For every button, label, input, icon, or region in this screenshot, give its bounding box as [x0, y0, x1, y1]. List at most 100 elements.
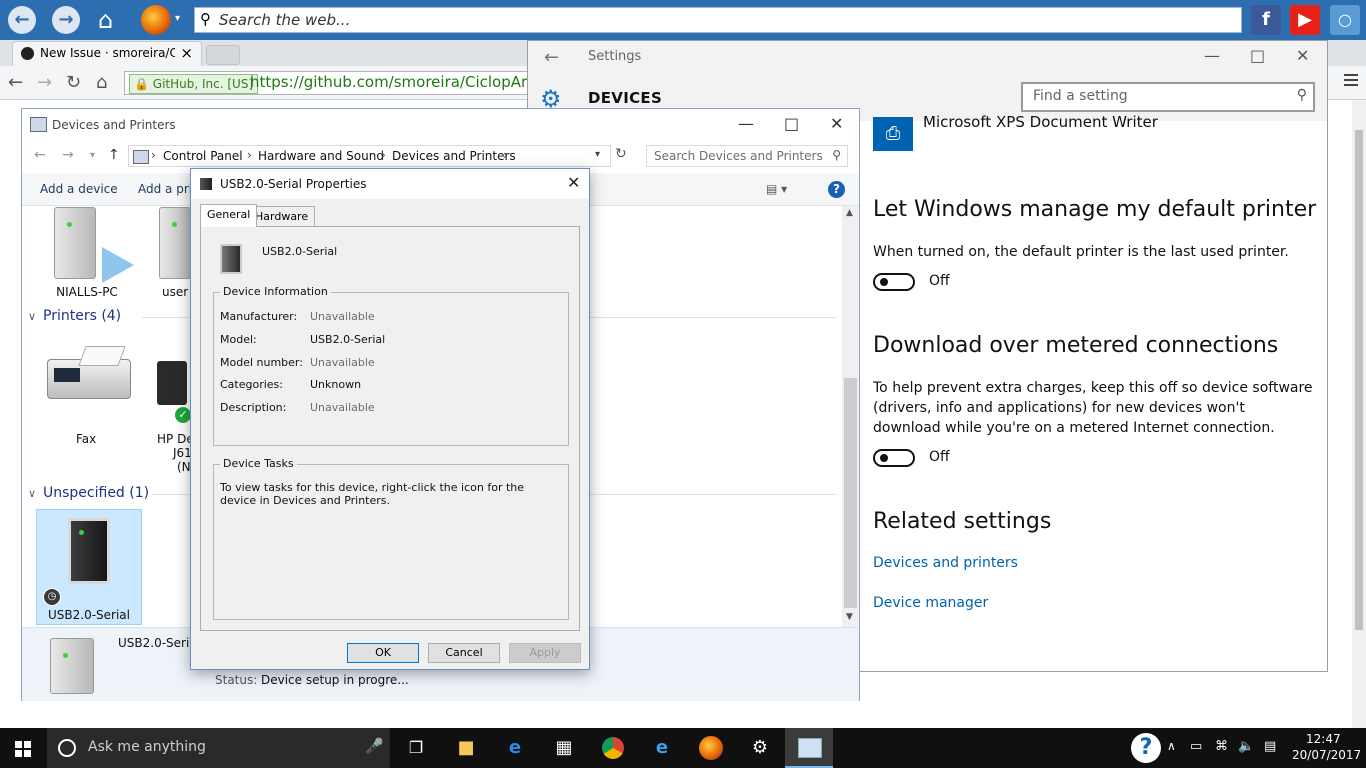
battery-icon[interactable]: ▭	[1190, 739, 1202, 754]
devices-scrollbar-thumb[interactable]	[844, 378, 857, 608]
settings-gear-icon[interactable]: ⚙	[748, 736, 772, 760]
device-label-nialls-pc[interactable]: NIALLS-PC	[52, 285, 122, 299]
tray-chevron-up-icon[interactable]: ∧	[1167, 739, 1176, 753]
scroll-up-icon[interactable]: ▲	[846, 208, 853, 218]
chevron-down-icon[interactable]: ▾	[595, 149, 600, 160]
clock-date[interactable]: 20/07/2017	[1292, 748, 1361, 762]
xps-printer-name[interactable]: Microsoft XPS Document Writer	[923, 113, 1158, 131]
metered-toggle[interactable]	[873, 449, 915, 467]
chevron-right-icon[interactable]: ›	[151, 148, 156, 162]
url-bar[interactable]: 🔒 GitHub, Inc. [US] https://github.com/s…	[124, 71, 546, 95]
minimize-icon[interactable]: —	[1204, 46, 1220, 65]
new-tab-button[interactable]	[206, 45, 240, 65]
close-icon[interactable]: ✕	[1296, 46, 1309, 65]
printer-icon[interactable]	[157, 361, 187, 405]
device-manager-link[interactable]: Device manager	[873, 595, 988, 611]
volume-icon[interactable]: 🔈	[1238, 739, 1254, 754]
site-identity-badge[interactable]: 🔒 GitHub, Inc. [US]	[129, 74, 259, 94]
ok-button[interactable]: OK	[347, 643, 419, 663]
clock-time[interactable]: 12:47	[1306, 732, 1341, 746]
device-label-fax[interactable]: Fax	[76, 432, 96, 446]
task-view-icon[interactable]: ❐	[404, 736, 428, 760]
device-label-user[interactable]: user	[162, 285, 188, 299]
collapse-chevron-icon[interactable]: ∨	[28, 310, 36, 323]
default-printer-toggle[interactable]	[873, 273, 915, 291]
breadcrumb-hardware-sound[interactable]: Hardware and Sound	[258, 149, 384, 163]
maximize-icon[interactable]: □	[784, 114, 799, 133]
refresh-icon[interactable]: ↻	[615, 146, 627, 162]
cortana-search-box[interactable]: Ask me anything 🎤	[47, 728, 390, 768]
find-setting-input[interactable]: Find a setting ⚲	[1021, 82, 1315, 112]
tab-new-issue[interactable]: New Issue · smoreira/Ciclc ×	[12, 41, 202, 66]
help-icon[interactable]: ?	[828, 181, 845, 198]
recent-locations-icon[interactable]: ▾	[90, 150, 95, 161]
store-icon[interactable]: ▦	[552, 736, 576, 760]
firefox-icon[interactable]	[141, 5, 171, 35]
close-icon[interactable]: ✕	[830, 114, 843, 133]
chevron-right-icon[interactable]: ›	[381, 148, 386, 162]
add-printer-button[interactable]: Add a prir	[138, 182, 197, 196]
devices-search-input[interactable]: Search Devices and Printers ⚲	[646, 145, 848, 167]
device-label-hp-line3[interactable]: (N	[177, 460, 191, 474]
wifi-icon[interactable]: ⌘	[1215, 739, 1228, 754]
group-printers[interactable]: Printers (4)	[43, 308, 121, 324]
file-explorer-icon[interactable]: ■	[454, 736, 478, 760]
chevron-right-icon[interactable]: ›	[247, 148, 252, 162]
back-circle-icon[interactable]: ←	[8, 6, 36, 34]
devices-scrollbar[interactable]: ▲ ▼	[842, 206, 859, 627]
chevron-right-icon[interactable]: ›	[503, 148, 508, 162]
collapse-chevron-icon[interactable]: ∨	[28, 487, 36, 500]
up-arrow-icon[interactable]: ↑	[108, 147, 120, 163]
tab-general[interactable]: General	[200, 204, 258, 227]
chrome-icon[interactable]	[602, 737, 624, 759]
edge-icon[interactable]: e	[503, 736, 527, 760]
device-label-hp-line1[interactable]: HP De	[157, 432, 194, 446]
home-icon[interactable]: ⌂	[96, 72, 107, 93]
default-printer-description: When turned on, the default printer is t…	[873, 244, 1289, 260]
close-icon[interactable]: ×	[180, 44, 193, 62]
tab-hardware[interactable]: Hardware	[248, 206, 316, 226]
breadcrumb-devices-printers[interactable]: Devices and Printers	[392, 149, 516, 163]
cancel-button[interactable]: Cancel	[428, 643, 500, 663]
apply-button[interactable]: Apply	[509, 643, 581, 663]
printer-icon[interactable]: ⎙	[873, 117, 913, 151]
close-icon[interactable]: ✕	[567, 173, 580, 192]
computer-icon[interactable]	[159, 207, 191, 279]
breadcrumb-control-panel[interactable]: Control Panel	[163, 149, 243, 163]
action-center-icon[interactable]: ▤	[1264, 739, 1276, 754]
devices-printers-link[interactable]: Devices and printers	[873, 555, 1018, 571]
hamburger-menu-icon[interactable]	[1344, 74, 1358, 89]
device-label-hp-line2[interactable]: J61	[173, 446, 192, 460]
chevron-down-icon[interactable]: ▾	[175, 13, 180, 24]
device-usb-serial[interactable]: ◷ USB2.0-Serial	[36, 509, 142, 625]
maximize-icon[interactable]: □	[1250, 46, 1265, 65]
microphone-icon[interactable]: 🎤	[365, 737, 384, 755]
internet-explorer-icon[interactable]: e	[650, 736, 674, 760]
forward-arrow-icon[interactable]: →	[62, 147, 74, 163]
minimize-icon[interactable]: —	[738, 114, 754, 133]
back-arrow-icon[interactable]: ←	[544, 47, 559, 68]
reload-icon[interactable]: ↻	[66, 72, 81, 93]
back-arrow-icon[interactable]: ←	[8, 72, 23, 93]
firefox-icon[interactable]	[699, 736, 723, 760]
forward-circle-icon[interactable]: →	[52, 6, 80, 34]
fax-icon[interactable]	[47, 346, 131, 399]
forward-arrow-icon[interactable]: →	[37, 72, 52, 93]
change-view-icon[interactable]: ▤ ▾	[766, 182, 787, 196]
youtube-icon[interactable]: ▶	[1290, 5, 1320, 35]
devices-printers-taskbar-button[interactable]	[785, 728, 833, 768]
page-scrollbar[interactable]	[1352, 100, 1366, 728]
home-icon[interactable]: ⌂	[98, 6, 113, 34]
back-arrow-icon[interactable]: ←	[34, 147, 46, 163]
group-unspecified[interactable]: Unspecified (1)	[43, 485, 149, 501]
address-bar[interactable]: › Control Panel › Hardware and Sound › D…	[128, 145, 611, 167]
add-device-button[interactable]: Add a device	[40, 182, 118, 196]
help-icon[interactable]: ?	[1131, 733, 1161, 763]
facebook-icon[interactable]: f	[1251, 5, 1281, 35]
web-search-box[interactable]: ⚲ Search the web...	[194, 7, 1242, 33]
page-scrollbar-thumb[interactable]	[1355, 130, 1363, 630]
windows-start-icon[interactable]	[15, 741, 31, 757]
scroll-down-icon[interactable]: ▼	[846, 612, 853, 622]
computer-icon[interactable]	[54, 207, 96, 279]
gamepad-icon[interactable]: ○	[1330, 5, 1360, 35]
